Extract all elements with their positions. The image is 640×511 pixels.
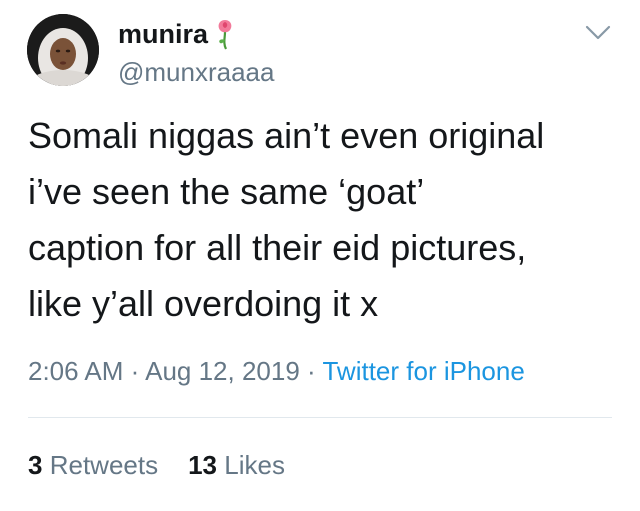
tweet-text-line: Somali niggas ain’t even original xyxy=(28,115,545,156)
divider xyxy=(28,417,612,418)
likes-stat[interactable]: 13 Likes xyxy=(188,450,285,480)
chevron-down-icon[interactable] xyxy=(583,20,613,44)
meta-separator: · xyxy=(307,356,316,386)
tweet-time: 2:06 AM xyxy=(28,356,124,386)
tweet-card: munira @munxraaaa Somali niggas ain’t ev… xyxy=(0,0,640,511)
tweet-text-line: i’ve seen the same ‘goat’ xyxy=(28,171,425,212)
user-handle[interactable]: @munxraaaa xyxy=(118,57,274,87)
tweet-text-line: like y’all overdoing it x xyxy=(28,283,379,324)
avatar[interactable] xyxy=(27,14,99,86)
retweets-stat[interactable]: 3 Retweets xyxy=(28,450,158,480)
retweets-count: 3 xyxy=(28,450,43,480)
retweets-label: Retweets xyxy=(49,450,159,480)
tweet-stats: 3 Retweets 13 Likes xyxy=(28,449,285,481)
tweet-source-link[interactable]: Twitter for iPhone xyxy=(322,356,524,386)
rose-icon xyxy=(214,18,236,50)
tweet-meta: 2:06 AM · Aug 12, 2019 · Twitter for iPh… xyxy=(28,354,525,388)
avatar-image xyxy=(27,14,99,86)
tweet-text: Somali niggas ain’t even original i’ve s… xyxy=(28,108,618,332)
display-name[interactable]: munira xyxy=(118,18,208,50)
meta-separator: · xyxy=(130,356,140,386)
tweet-text-line: caption for all their eid pictures, xyxy=(28,227,527,268)
tweet-date: Aug 12, 2019 xyxy=(145,356,300,386)
likes-count: 13 xyxy=(188,450,218,480)
likes-label: Likes xyxy=(224,450,285,480)
name-row: munira xyxy=(118,16,236,52)
